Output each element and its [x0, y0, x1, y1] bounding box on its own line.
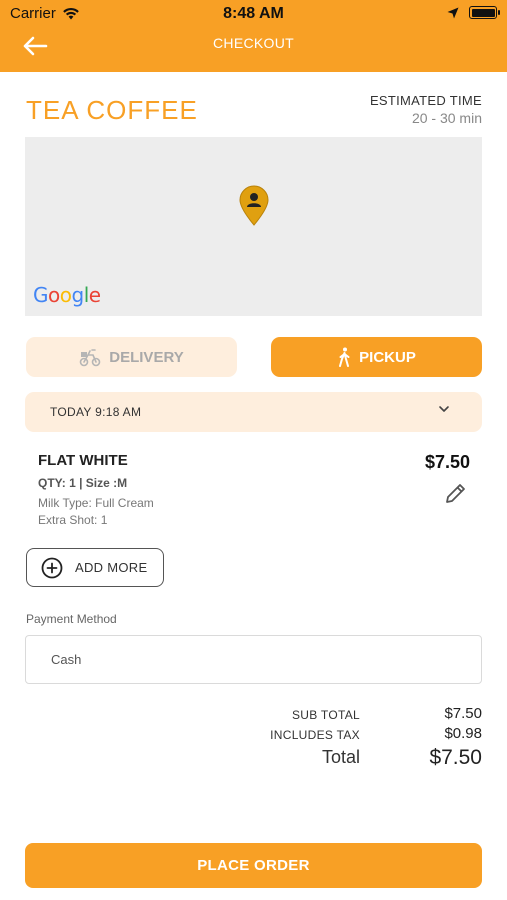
eta-value: 20 - 30 min	[411, 110, 482, 126]
plus-circle-icon	[41, 557, 63, 578]
pickup-label: PICKUP	[359, 348, 416, 366]
tax-value: $0.98	[444, 725, 482, 742]
google-logo: Google	[33, 283, 101, 307]
location-arrow-icon	[447, 7, 459, 18]
chevron-down-icon	[439, 406, 449, 412]
delivery-label: DELIVERY	[109, 348, 184, 366]
place-order-button[interactable]: PLACE ORDER	[25, 843, 482, 888]
subtotal-row: SUB TOTAL $7.50	[152, 705, 482, 725]
payment-method-value: Cash	[51, 652, 82, 667]
pickup-time-value: TODAY 9:18 AM	[50, 405, 142, 419]
item-milk-type: Milk Type: Full Cream	[38, 496, 154, 510]
tax-label: INCLUDES TAX	[270, 728, 360, 742]
total-value: $7.50	[429, 746, 482, 769]
eta-label: ESTIMATED TIME	[369, 93, 482, 108]
nav-bar: CHECKOUT	[0, 28, 507, 72]
add-more-button[interactable]: ADD MORE	[26, 548, 164, 587]
item-extra-shot: Extra Shot: 1	[38, 513, 108, 527]
payment-method-label: Payment Method	[26, 612, 117, 626]
cart-item: FLAT WHITE QTY: 1 | Size :M Milk Type: F…	[38, 452, 470, 527]
tax-row: INCLUDES TAX $0.98	[152, 725, 482, 745]
pickup-button[interactable]: PICKUP	[271, 337, 482, 377]
app-header: Carrier 8:48 AM CHECKOUT	[0, 0, 507, 72]
estimated-time: ESTIMATED TIME 20 - 30 min	[370, 93, 482, 126]
item-qty-size: QTY: 1 | Size :M	[38, 476, 128, 490]
pickup-time-select[interactable]: TODAY 9:18 AM	[25, 392, 482, 432]
battery-icon	[469, 6, 500, 19]
status-time: 8:48 AM	[223, 5, 284, 22]
walking-icon	[339, 347, 350, 367]
map-pin-icon[interactable]	[238, 184, 270, 226]
pencil-icon[interactable]	[444, 481, 468, 505]
status-bar: Carrier 8:48 AM	[0, 0, 507, 28]
total-row: Total $7.50	[152, 746, 482, 769]
status-right-group	[447, 6, 500, 19]
payment-method-field[interactable]: Cash	[25, 635, 482, 684]
page-title: CHECKOUT	[213, 35, 294, 51]
delivery-button[interactable]: DELIVERY	[26, 337, 237, 377]
item-price: $7.50	[424, 452, 470, 472]
store-map[interactable]: Google	[25, 137, 482, 316]
item-name: FLAT WHITE	[38, 452, 128, 469]
shop-name: TEA COFFEE	[26, 95, 198, 125]
total-label: Total	[321, 747, 360, 767]
subtotal-label: SUB TOTAL	[291, 708, 360, 722]
subtotal-value: $7.50	[444, 705, 482, 722]
bike-icon	[79, 349, 101, 367]
add-more-label: ADD MORE	[75, 560, 148, 575]
